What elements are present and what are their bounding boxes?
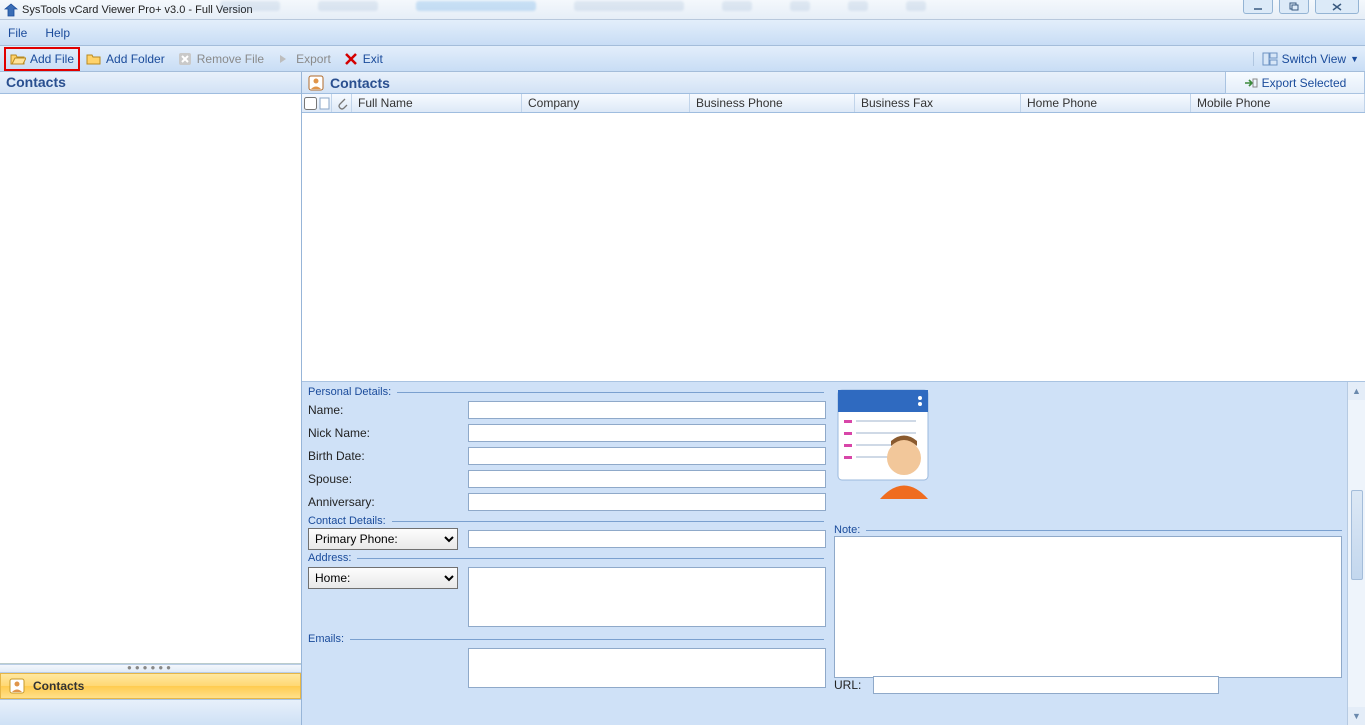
maximize-button[interactable] — [1279, 0, 1309, 14]
input-anniversary[interactable] — [468, 493, 826, 511]
paperclip-icon — [336, 96, 348, 110]
input-nick-name[interactable] — [468, 424, 826, 442]
export-selected-icon — [1244, 77, 1258, 89]
exit-label: Exit — [363, 52, 383, 66]
titlebar-ghost-tabs — [220, 1, 926, 11]
left-pane: Contacts ●●●●●● Contacts — [0, 72, 302, 725]
scroll-down-icon[interactable]: ▼ — [1348, 707, 1365, 725]
export-button[interactable]: Export — [270, 49, 337, 69]
export-selected-label: Export Selected — [1262, 76, 1347, 90]
switch-view-button[interactable]: Switch View ▼ — [1253, 52, 1359, 66]
export-icon — [276, 51, 292, 67]
label-birth-date: Birth Date: — [308, 449, 458, 463]
minimize-button[interactable] — [1243, 0, 1273, 14]
export-selected-button[interactable]: Export Selected — [1225, 72, 1365, 94]
switch-view-label: Switch View — [1282, 52, 1346, 66]
toolbar: Add File Add Folder Remove File Export E… — [0, 46, 1365, 72]
nav-contacts-button[interactable]: Contacts — [0, 673, 301, 699]
input-url[interactable] — [873, 676, 1219, 694]
close-button[interactable] — [1315, 0, 1359, 14]
grid-header: Full Name Company Business Phone Busines… — [302, 94, 1365, 113]
menubar: File Help — [0, 20, 1365, 46]
remove-file-button[interactable]: Remove File — [171, 49, 270, 69]
contacts-icon — [9, 678, 25, 694]
nav-contacts-label: Contacts — [33, 679, 84, 693]
column-attachment[interactable] — [332, 94, 352, 112]
details-pane: Personal Details: Name: Nick Name: Birth… — [302, 381, 1365, 725]
input-name[interactable] — [468, 401, 826, 419]
folder-tree[interactable] — [0, 94, 301, 664]
column-mobile-phone[interactable]: Mobile Phone — [1191, 94, 1365, 112]
add-file-button[interactable]: Add File — [4, 47, 80, 71]
folder-icon — [86, 51, 102, 67]
legend-note: Note: — [834, 524, 1342, 536]
input-birth-date[interactable] — [468, 447, 826, 465]
column-home-phone[interactable]: Home Phone — [1021, 94, 1191, 112]
label-anniversary: Anniversary: — [308, 495, 458, 509]
menu-file[interactable]: File — [8, 26, 27, 40]
titlebar: SysTools vCard Viewer Pro+ v3.0 - Full V… — [0, 0, 1365, 20]
select-all-checkbox[interactable] — [304, 97, 317, 110]
details-scrollbar[interactable]: ▲ ▼ — [1347, 382, 1365, 725]
scroll-up-icon[interactable]: ▲ — [1348, 382, 1365, 400]
folder-open-icon — [10, 51, 26, 67]
column-company[interactable]: Company — [522, 94, 690, 112]
remove-icon — [177, 51, 193, 67]
left-pane-header: Contacts — [0, 72, 301, 94]
window-title: SysTools vCard Viewer Pro+ v3.0 - Full V… — [22, 4, 253, 16]
add-file-label: Add File — [30, 52, 74, 66]
right-pane: Contacts Export Selected Full Name Compa… — [302, 72, 1365, 725]
textarea-note[interactable] — [834, 536, 1342, 678]
right-pane-header: Contacts — [302, 72, 1225, 94]
chevron-down-icon: ▼ — [1350, 54, 1359, 64]
column-business-fax[interactable]: Business Fax — [855, 94, 1021, 112]
app-icon — [4, 3, 18, 17]
combo-address-type[interactable]: Home: — [308, 567, 458, 589]
legend-personal-details: Personal Details: — [308, 386, 824, 398]
label-name: Name: — [308, 403, 458, 417]
label-spouse: Spouse: — [308, 472, 458, 486]
remove-file-label: Remove File — [197, 52, 264, 66]
menu-help[interactable]: Help — [45, 26, 70, 40]
combo-primary-phone[interactable]: Primary Phone: — [308, 528, 458, 550]
legend-contact-details: Contact Details: — [308, 515, 824, 527]
column-business-phone[interactable]: Business Phone — [690, 94, 855, 112]
textarea-emails[interactable] — [468, 648, 826, 688]
layout-icon — [1262, 52, 1278, 66]
legend-emails: Emails: — [308, 633, 824, 645]
legend-address: Address: — [308, 552, 824, 564]
column-full-name[interactable]: Full Name — [352, 94, 522, 112]
contacts-header-icon — [308, 75, 324, 91]
add-folder-label: Add Folder — [106, 52, 165, 66]
label-url: URL: — [834, 678, 861, 692]
label-nick-name: Nick Name: — [308, 426, 458, 440]
exit-icon — [343, 51, 359, 67]
splitter-handle[interactable]: ●●●●●● — [0, 664, 301, 673]
input-spouse[interactable] — [468, 470, 826, 488]
column-checkbox[interactable] — [302, 94, 332, 112]
grid-body[interactable] — [302, 113, 1365, 381]
contact-card-icon — [834, 386, 933, 499]
right-header-title: Contacts — [330, 75, 390, 91]
add-folder-button[interactable]: Add Folder — [80, 49, 171, 69]
textarea-address[interactable] — [468, 567, 826, 627]
exit-button[interactable]: Exit — [337, 49, 389, 69]
export-label: Export — [296, 52, 331, 66]
nav-footer — [0, 699, 301, 725]
input-primary-phone[interactable] — [468, 530, 826, 548]
doc-icon — [319, 97, 330, 110]
scroll-thumb[interactable] — [1351, 490, 1363, 580]
